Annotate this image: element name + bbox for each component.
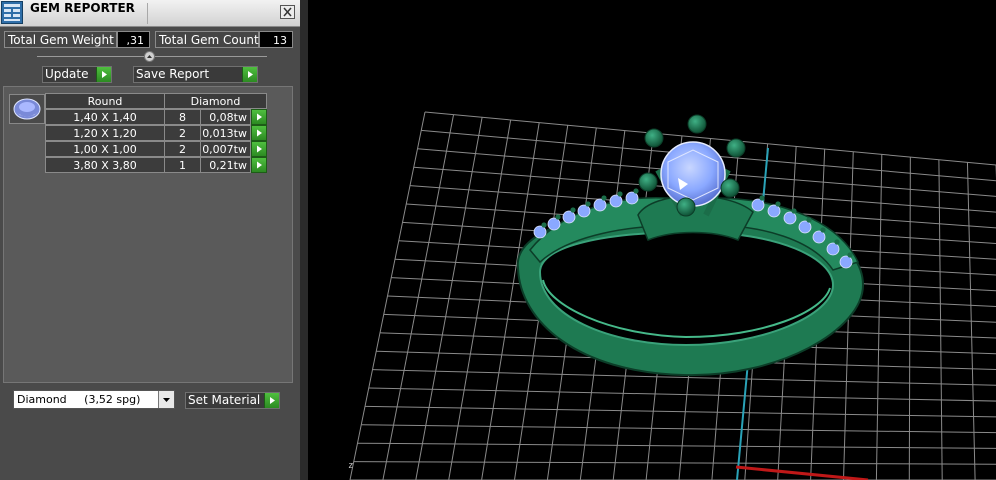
select-gem-button[interactable]: [251, 125, 267, 141]
chevron-down-icon: [163, 398, 170, 402]
save-report-label: Save Report: [136, 67, 210, 81]
gem-table: Round Diamond 1,40 X 1,40 8 0,08tw 1,20 …: [45, 93, 267, 173]
gem-row: 1,00 X 1,00 2 0,007tw: [45, 141, 267, 157]
save-report-play-icon: [242, 67, 257, 82]
gem-size: 3,80 X 3,80: [45, 157, 165, 173]
chevron-up-icon: [147, 55, 152, 58]
gem-weight: 0,013tw: [200, 125, 251, 141]
pave-stone: [798, 220, 812, 234]
shape-header: Round: [45, 93, 165, 109]
3d-viewport[interactable]: z: [308, 0, 996, 480]
select-gem-button[interactable]: [251, 141, 267, 157]
play-icon: [257, 113, 262, 121]
prong: [720, 178, 740, 198]
gem-count: 2: [164, 125, 201, 141]
gem-row: 3,80 X 3,80 1 0,21tw: [45, 157, 267, 173]
close-icon: [283, 7, 292, 17]
center-stone: [660, 141, 726, 207]
gem-table-header: Round Diamond: [45, 93, 267, 109]
pave-stone: [562, 210, 576, 224]
pave-stone: [593, 198, 607, 212]
bead: [759, 195, 765, 201]
prong: [644, 128, 664, 148]
x-axis-line: [735, 465, 869, 480]
bead: [806, 217, 812, 223]
prong: [726, 138, 746, 158]
play-icon: [257, 129, 262, 137]
bead: [775, 201, 781, 207]
material-selected-value: Diamond (3,52 spg): [17, 393, 141, 406]
bead: [633, 188, 639, 194]
pave-stone: [783, 211, 797, 225]
prong: [676, 197, 696, 217]
update-play-icon: [96, 67, 111, 82]
pave-stone: [577, 204, 591, 218]
bead: [541, 222, 547, 228]
play-icon: [257, 145, 262, 153]
gem-reporter-panel: GEM REPORTER Total Gem Weight ,31 Total …: [0, 0, 300, 480]
panel-splitter[interactable]: [300, 0, 308, 480]
pave-stone: [767, 204, 781, 218]
gem-size: 1,40 X 1,40: [45, 109, 165, 125]
bead: [820, 227, 826, 233]
window-title: GEM REPORTER: [30, 1, 135, 15]
round-gem-icon: [9, 94, 45, 124]
total-gem-count-value: 13: [259, 31, 293, 48]
prong: [687, 114, 707, 134]
update-label: Update: [45, 67, 89, 81]
update-button[interactable]: Update: [42, 66, 112, 83]
pave-stone: [609, 194, 623, 208]
bead: [601, 195, 607, 201]
bead: [791, 208, 797, 214]
gem-size: 1,00 X 1,00: [45, 141, 165, 157]
title-divider: [147, 3, 148, 24]
material-dropdown[interactable]: Diamond (3,52 spg): [13, 390, 175, 409]
gem-weight: 0,21tw: [200, 157, 251, 173]
gem-size: 1,20 X 1,20: [45, 125, 165, 141]
play-icon: [257, 161, 262, 169]
bead: [847, 252, 853, 258]
title-bar[interactable]: GEM REPORTER: [0, 0, 300, 27]
axis-gizmo-icon: z: [348, 461, 353, 471]
gem-weight: 0,007tw: [200, 141, 251, 157]
gem-weight: 0,08tw: [200, 109, 251, 125]
bead: [555, 214, 561, 220]
bead: [834, 239, 840, 245]
set-material-label: Set Material: [188, 393, 261, 407]
gem-reporter-app-icon: [1, 1, 23, 24]
set-material-play-icon: [264, 393, 279, 408]
total-gem-weight-value: ,31: [117, 31, 150, 48]
ring-model[interactable]: [516, 114, 865, 377]
pave-stone: [839, 255, 853, 269]
save-report-button[interactable]: Save Report: [133, 66, 258, 83]
dropdown-arrow-button[interactable]: [158, 391, 174, 408]
bead: [617, 191, 623, 197]
close-button[interactable]: [280, 5, 295, 19]
material-header: Diamond: [164, 93, 267, 109]
select-gem-button[interactable]: [251, 109, 267, 125]
set-material-button[interactable]: Set Material: [185, 392, 280, 409]
gem-count: 1: [164, 157, 201, 173]
gem-row: 1,20 X 1,20 2 0,013tw: [45, 125, 267, 141]
pave-stone: [547, 217, 561, 231]
total-gem-count-label: Total Gem Count: [155, 31, 259, 48]
gem-count: 2: [164, 141, 201, 157]
bead: [570, 207, 576, 213]
pave-stone: [812, 230, 826, 244]
collapse-button[interactable]: [144, 51, 155, 62]
select-gem-button[interactable]: [251, 157, 267, 173]
pave-stone: [533, 225, 547, 239]
pave-stone: [625, 191, 639, 205]
prong: [638, 172, 658, 192]
total-gem-weight-label: Total Gem Weight: [4, 31, 117, 48]
gem-count: 8: [164, 109, 201, 125]
pave-stone: [826, 242, 840, 256]
pave-stone: [751, 198, 765, 212]
bead: [585, 201, 591, 207]
gem-row: 1,40 X 1,40 8 0,08tw: [45, 109, 267, 125]
